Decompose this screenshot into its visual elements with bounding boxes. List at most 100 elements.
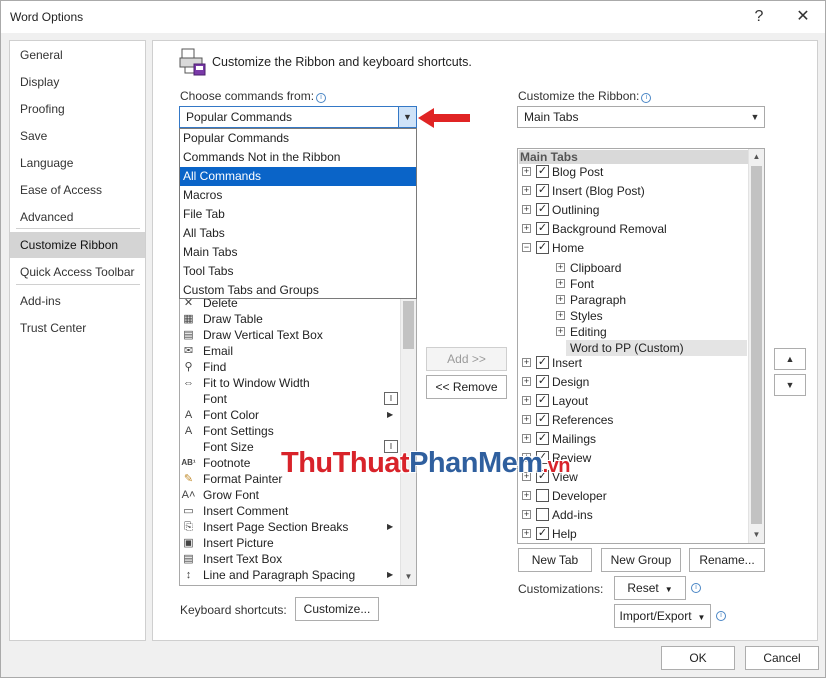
list-item[interactable]: ✉ Email [180,343,400,359]
expand-icon[interactable]: + [522,377,531,386]
tree-node[interactable]: + Add-ins [518,507,748,523]
expand-icon[interactable]: + [522,434,531,443]
nav-item-proofing[interactable]: Proofing [10,96,145,122]
dropdown-option-selected[interactable]: All Commands [180,167,416,186]
cancel-button[interactable]: Cancel [745,646,819,670]
checkbox-checked-icon[interactable]: ✓ [536,165,549,178]
tree-node[interactable]: + ✓ Blog Post [518,164,748,180]
tree-node[interactable]: + ✓ Background Removal [518,221,748,237]
list-item[interactable]: A˄ Grow Font [180,487,400,503]
expand-icon[interactable]: + [522,186,531,195]
commands-list[interactable]: ✕ Delete ▦ Draw Table ▤ Draw Vertical Text … [179,284,417,586]
tree-node[interactable]: + ✓ References [518,412,748,428]
nav-item-customize-ribbon[interactable]: Customize Ribbon [10,232,145,258]
close-button[interactable]: ✕ [788,5,818,29]
expand-icon[interactable]: + [522,415,531,424]
expand-icon[interactable]: + [522,224,531,233]
collapse-icon[interactable]: − [522,243,531,252]
add-button[interactable]: Add >> [426,347,507,371]
expand-icon[interactable]: + [522,167,531,176]
expand-icon[interactable]: + [556,327,565,336]
tree-node[interactable]: + ✓ Help [518,526,748,542]
nav-item-ease-of-access[interactable]: Ease of Access [10,177,145,203]
checkbox-checked-icon[interactable]: ✓ [536,394,549,407]
help-button[interactable]: ? [744,5,774,29]
expand-icon[interactable]: + [556,311,565,320]
checkbox-checked-icon[interactable]: ✓ [536,356,549,369]
tree-node[interactable]: + Paragraph [518,292,748,308]
nav-item-general[interactable]: General [10,42,145,68]
rename-button[interactable]: Rename... [689,548,765,572]
checkbox-checked-icon[interactable]: ✓ [536,203,549,216]
remove-button[interactable]: << Remove [426,375,507,399]
nav-item-add-ins[interactable]: Add-ins [10,288,145,314]
checkbox-checked-icon[interactable]: ✓ [536,413,549,426]
ok-button[interactable]: OK [661,646,735,670]
move-down-button[interactable]: ▼ [774,374,806,396]
dropdown-option[interactable]: Commands Not in the Ribbon [180,148,416,167]
info-icon[interactable]: i [716,611,726,621]
scrollbar-thumb[interactable] [751,166,762,524]
nav-item-advanced[interactable]: Advanced [10,204,145,230]
list-item[interactable]: ⎘ Insert Page Section Breaks ▶ [180,519,400,535]
expand-icon[interactable]: + [556,263,565,272]
checkbox-checked-icon[interactable]: ✓ [536,527,549,540]
import-export-button[interactable]: Import/Export ▼ [614,604,711,628]
info-icon[interactable]: i [641,93,652,103]
tree-node[interactable]: + Font [518,276,748,292]
dropdown-option[interactable]: All Tabs [180,224,416,243]
checkbox-unchecked-icon[interactable] [536,489,549,502]
list-item[interactable]: ⇔ Fit to Window Width [180,375,400,391]
tree-node[interactable]: + ✓ Outlining [518,202,748,218]
new-tab-button[interactable]: New Tab [518,548,592,572]
nav-item-language[interactable]: Language [10,150,145,176]
info-icon[interactable]: i [691,583,701,593]
nav-item-save[interactable]: Save [10,123,145,149]
dropdown-option[interactable]: File Tab [180,205,416,224]
expand-icon[interactable]: + [522,358,531,367]
list-item[interactable]: A Font Color ▶ [180,407,400,423]
tree-node[interactable]: + ✓ Mailings [518,431,748,447]
new-group-button[interactable]: New Group [601,548,681,572]
dropdown-option[interactable]: Tool Tabs [180,262,416,281]
move-up-button[interactable]: ▲ [774,348,806,370]
expand-icon[interactable]: + [522,491,531,500]
expand-icon[interactable]: + [522,510,531,519]
tree-node[interactable]: + ✓ Insert (Blog Post) [518,183,748,199]
scroll-down-icon[interactable]: ▼ [401,569,416,584]
tree-node[interactable]: + ✓ Insert [518,355,748,371]
tree-node[interactable]: + Developer [518,488,748,504]
customize-ribbon-combo[interactable]: Main Tabs ▼ [517,106,765,128]
tree-node[interactable]: + Editing [518,324,748,340]
list-item[interactable]: ▤ Draw Vertical Text Box [180,327,400,343]
checkbox-checked-icon[interactable]: ✓ [536,184,549,197]
dropdown-option[interactable]: Custom Tabs and Groups [180,281,416,300]
tree-node[interactable]: + ✓ Design [518,374,748,390]
checkbox-checked-icon[interactable]: ✓ [536,222,549,235]
tree-node[interactable]: + Clipboard [518,260,748,276]
list-item[interactable]: ▦ Draw Table [180,311,400,327]
nav-item-trust-center[interactable]: Trust Center [10,315,145,341]
tree-node[interactable]: + Styles [518,308,748,324]
dropdown-option[interactable]: Popular Commands [180,129,416,148]
scrollbar-thumb[interactable] [403,301,414,349]
list-item[interactable]: ↕ Line and Paragraph Spacing ▶ [180,567,400,583]
scroll-down-icon[interactable]: ▼ [749,527,764,542]
list-item[interactable]: A Font Settings [180,423,400,439]
expand-icon[interactable]: + [522,529,531,538]
list-item[interactable]: ▣ Insert Picture [180,535,400,551]
checkbox-unchecked-icon[interactable] [536,508,549,521]
expand-icon[interactable]: + [522,396,531,405]
commands-scrollbar[interactable]: ▼ [400,285,416,585]
expand-icon[interactable]: + [556,279,565,288]
tree-node-selected[interactable]: Word to PP (Custom) [566,340,747,356]
list-item[interactable]: Font I [180,391,400,407]
list-item[interactable]: ⚲ Find [180,359,400,375]
nav-item-display[interactable]: Display [10,69,145,95]
dropdown-option[interactable]: Macros [180,186,416,205]
ribbon-tabs-tree[interactable]: Main Tabs + ✓ Blog Post + ✓ Insert (Blog Pos… [517,148,765,544]
list-item[interactable]: ▭ Insert Comment [180,503,400,519]
reset-button[interactable]: Reset ▼ [614,576,686,600]
checkbox-checked-icon[interactable]: ✓ [536,241,549,254]
choose-commands-combo[interactable]: Popular Commands ▼ [179,106,417,128]
